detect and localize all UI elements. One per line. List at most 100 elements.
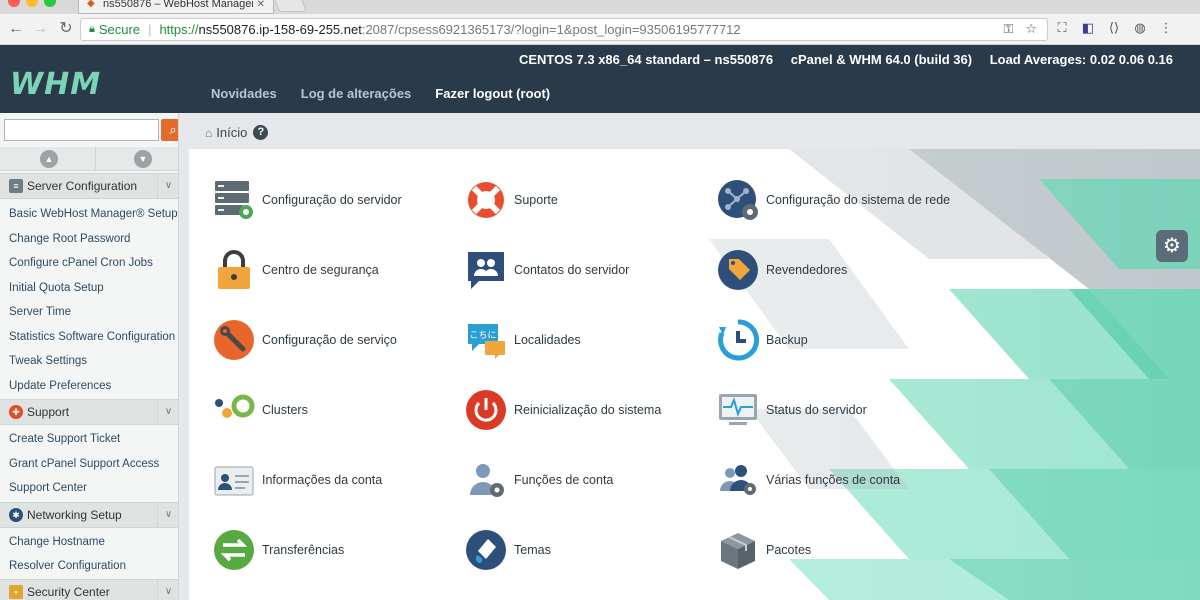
tile-resellers[interactable]: Revendedores bbox=[717, 248, 957, 292]
power-icon bbox=[466, 390, 506, 430]
url-host: ns550876.ip-158-69-255.net bbox=[198, 22, 362, 37]
tile-account-information[interactable]: Informações da conta bbox=[213, 458, 453, 502]
sidebar-item[interactable]: Update Preferences bbox=[0, 374, 178, 398]
sidebar: ⌕ ▲ ▼ ≡ Server Configuration ∨ Basic Web… bbox=[0, 113, 179, 600]
server-gear-icon bbox=[215, 181, 253, 219]
globe-extension-icon[interactable]: ◍ bbox=[1132, 20, 1148, 36]
tile-server-contacts[interactable]: Contatos do servidor bbox=[465, 248, 705, 292]
new-tab-button[interactable] bbox=[273, 0, 307, 12]
sidebar-item[interactable]: Change Hostname bbox=[0, 530, 178, 554]
help-icon[interactable]: ? bbox=[253, 125, 269, 140]
sidebar-search-input[interactable] bbox=[4, 119, 159, 141]
breadcrumb-home[interactable]: Início bbox=[216, 125, 247, 140]
browser-toolbar: ← → ↻ 🔒︎ Secure | https:// ns550876.ip-1… bbox=[0, 14, 1200, 45]
tile-service-configuration[interactable]: Configuração de serviço bbox=[213, 318, 453, 362]
sidebar-item[interactable]: Statistics Software Configuration bbox=[0, 325, 178, 349]
sidebar-item[interactable]: Support Center bbox=[0, 476, 178, 500]
back-arrow-icon[interactable]: ← bbox=[6, 19, 26, 39]
sidebar-item[interactable]: Create Support Ticket bbox=[0, 427, 178, 451]
nav-logout[interactable]: Fazer logout (root) bbox=[435, 86, 550, 101]
maximize-window-button[interactable] bbox=[44, 0, 56, 7]
sidebar-item[interactable]: Configure cPanel Cron Jobs bbox=[0, 251, 178, 275]
package-box-icon bbox=[721, 533, 755, 569]
menu-dots-icon[interactable]: ⋮ bbox=[1158, 20, 1174, 36]
address-bar[interactable]: 🔒︎ Secure | https:// ns550876.ip-158-69-… bbox=[80, 18, 1048, 41]
tile-clusters[interactable]: Clusters bbox=[213, 388, 453, 432]
monitor-pulse-icon bbox=[719, 394, 757, 425]
bookmark-star-icon[interactable]: ☆ bbox=[1025, 21, 1037, 37]
whm-logo[interactable]: WHM bbox=[10, 67, 101, 102]
nav-changelog[interactable]: Log de alterações bbox=[301, 86, 412, 101]
whm-page: WHM CENTOS 7.3 x86_64 standard – ns55087… bbox=[0, 45, 1200, 600]
tile-security-center[interactable]: Centro de segurança bbox=[213, 248, 453, 292]
sidebar-item[interactable]: Resolver Configuration bbox=[0, 554, 178, 578]
main-content: Configuração do servidor Suporte Configu… bbox=[189, 149, 1200, 600]
network-icon: ✱ bbox=[9, 508, 23, 522]
padlock-icon: ▪ bbox=[9, 585, 23, 599]
backup-clock-icon bbox=[718, 319, 759, 361]
sidebar-item[interactable]: Basic WebHost Manager® Setup bbox=[0, 202, 178, 226]
code-extension-icon[interactable]: ⟨⟩ bbox=[1106, 20, 1122, 36]
sidebar-item[interactable]: Tweak Settings bbox=[0, 349, 178, 373]
expand-down-icon[interactable]: ▼ bbox=[134, 150, 152, 168]
key-icon[interactable]: ⚿ bbox=[1003, 21, 1013, 37]
home-icon: ⌂ bbox=[205, 125, 213, 140]
server-icon: ≡ bbox=[9, 179, 23, 193]
tile-network-configuration[interactable]: Configuração do sistema de rede bbox=[717, 178, 957, 222]
url-path: :2087/cpsess6921365173/?login=1&post_log… bbox=[361, 22, 741, 37]
chevron-down-icon[interactable]: ∨ bbox=[157, 399, 178, 425]
whm-header: WHM CENTOS 7.3 x86_64 standard – ns55087… bbox=[0, 45, 1200, 113]
sidebar-category-server-configuration[interactable]: ≡ Server Configuration ∨ bbox=[0, 173, 178, 199]
minimize-window-button[interactable] bbox=[26, 0, 38, 7]
divider: | bbox=[148, 22, 152, 37]
tile-locales[interactable]: こちに Localidades bbox=[465, 318, 705, 362]
tile-account-functions[interactable]: Funções de conta bbox=[465, 458, 705, 502]
lifebuoy-icon bbox=[468, 182, 504, 218]
tile-system-reboot[interactable]: Reinicialização do sistema bbox=[465, 388, 705, 432]
chevron-down-icon[interactable]: ∨ bbox=[157, 173, 178, 199]
sidebar-item[interactable]: Initial Quota Setup bbox=[0, 276, 178, 300]
theme-extension-icon[interactable]: ◧ bbox=[1080, 20, 1096, 36]
sidebar-item[interactable]: Grant cPanel Support Access bbox=[0, 452, 178, 476]
sidebar-category-security-center[interactable]: ▪ Security Center ∨ bbox=[0, 579, 178, 600]
top-nav: Novidades Log de alterações Fazer logout… bbox=[211, 86, 550, 101]
tile-multi-account-functions[interactable]: Várias funções de conta bbox=[717, 458, 957, 502]
users-gear-icon bbox=[720, 465, 756, 495]
sidebar-item[interactable]: Server Time bbox=[0, 300, 178, 324]
tab-title: ns550876 – WebHost Manager bbox=[103, 0, 253, 10]
id-card-icon bbox=[214, 466, 254, 496]
url-scheme: https:// bbox=[159, 22, 199, 37]
clusters-icon bbox=[215, 394, 255, 418]
transfer-arrows-icon bbox=[214, 530, 254, 570]
browser-tab[interactable]: ◆ ns550876 – WebHost Manager ✕ bbox=[78, 0, 274, 14]
collapse-up-icon[interactable]: ▲ bbox=[40, 150, 58, 168]
tile-transfers[interactable]: Transferências bbox=[213, 528, 453, 572]
sidebar-item[interactable]: Change Root Password bbox=[0, 227, 178, 251]
contacts-icon bbox=[468, 252, 504, 289]
sidebar-category-networking-setup[interactable]: ✱ Networking Setup ∨ bbox=[0, 502, 178, 528]
system-info: CENTOS 7.3 x86_64 standard – ns550876 cP… bbox=[505, 52, 1173, 67]
reload-icon[interactable]: ↻ bbox=[56, 19, 76, 39]
tile-packages[interactable]: Pacotes bbox=[717, 528, 957, 572]
screenshot-extension-icon[interactable]: ⛶ bbox=[1054, 20, 1070, 36]
tab-close-icon[interactable]: ✕ bbox=[257, 0, 265, 10]
settings-gear-icon[interactable]: ⚙ bbox=[1156, 230, 1188, 262]
chevron-down-icon[interactable]: ∨ bbox=[157, 579, 178, 600]
tile-server-status[interactable]: Status do servidor bbox=[717, 388, 957, 432]
search-icon[interactable]: ⌕ bbox=[161, 119, 178, 141]
forward-arrow-icon[interactable]: → bbox=[30, 19, 50, 39]
close-window-button[interactable] bbox=[8, 0, 20, 7]
nav-news[interactable]: Novidades bbox=[211, 86, 277, 101]
tile-support[interactable]: Suporte bbox=[465, 178, 705, 222]
padlock-icon bbox=[218, 250, 250, 289]
tile-themes[interactable]: Temas bbox=[465, 528, 705, 572]
lifebuoy-icon: ✚ bbox=[9, 405, 23, 419]
browser-tab-strip: ◆ ns550876 – WebHost Manager ✕ bbox=[0, 0, 1200, 14]
os-info: CENTOS 7.3 x86_64 standard – ns550876 bbox=[518, 52, 774, 67]
tile-server-configuration[interactable]: Configuração do servidor bbox=[213, 178, 453, 222]
svg-text:こちに: こちに bbox=[469, 330, 496, 341]
breadcrumb: ⌂ Início ? bbox=[205, 125, 269, 140]
chevron-down-icon[interactable]: ∨ bbox=[157, 502, 178, 528]
sidebar-category-support[interactable]: ✚ Support ∨ bbox=[0, 399, 178, 425]
tile-backup[interactable]: Backup bbox=[717, 318, 957, 362]
